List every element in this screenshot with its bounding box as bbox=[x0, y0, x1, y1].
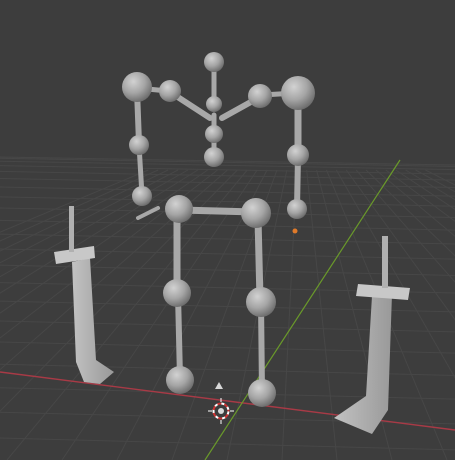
sword-left[interactable] bbox=[54, 206, 114, 384]
light-origin-icon[interactable] bbox=[215, 382, 223, 389]
grid-line bbox=[0, 156, 455, 166]
grid-line bbox=[385, 169, 455, 222]
joint-clavicle-left[interactable] bbox=[159, 80, 181, 102]
joint-hip-left[interactable] bbox=[165, 195, 193, 223]
joint-wrist-right[interactable] bbox=[287, 199, 307, 219]
joint-elbow-left[interactable] bbox=[129, 135, 149, 155]
sword-left-blade bbox=[72, 258, 114, 384]
grid-line bbox=[425, 169, 455, 186]
joint-shoulder-left[interactable] bbox=[122, 72, 152, 102]
grid-line bbox=[0, 186, 455, 197]
joint-shoulder-right[interactable] bbox=[281, 76, 315, 110]
grid-line bbox=[415, 169, 455, 193]
sword-right-grip bbox=[382, 236, 388, 288]
armature-joints[interactable] bbox=[122, 52, 315, 407]
bone-hand-left bbox=[136, 206, 160, 220]
joint-ankle-right[interactable] bbox=[248, 379, 276, 407]
joint-knee-right[interactable] bbox=[246, 287, 276, 317]
sword-right[interactable] bbox=[334, 236, 410, 434]
grid-line bbox=[306, 169, 338, 460]
joint-head[interactable] bbox=[204, 52, 224, 72]
grid-line bbox=[405, 169, 455, 201]
joint-clavicle-right[interactable] bbox=[248, 84, 272, 108]
joint-hip-right[interactable] bbox=[241, 198, 271, 228]
joint-chest[interactable] bbox=[205, 125, 223, 143]
grid-line bbox=[395, 169, 455, 210]
joint-spine[interactable] bbox=[204, 147, 224, 167]
joint-wrist-left[interactable] bbox=[132, 186, 152, 206]
3d-viewport[interactable] bbox=[0, 0, 455, 460]
joint-elbow-right[interactable] bbox=[287, 144, 309, 166]
sword-right-blade bbox=[334, 294, 392, 434]
joint-ankle-left[interactable] bbox=[166, 366, 194, 394]
joint-neck[interactable] bbox=[206, 96, 222, 112]
viewport-canvas[interactable] bbox=[0, 0, 455, 460]
sword-left-grip bbox=[69, 206, 74, 252]
joint-knee-left[interactable] bbox=[163, 279, 191, 307]
joint-hand-tip-right bbox=[292, 228, 298, 234]
